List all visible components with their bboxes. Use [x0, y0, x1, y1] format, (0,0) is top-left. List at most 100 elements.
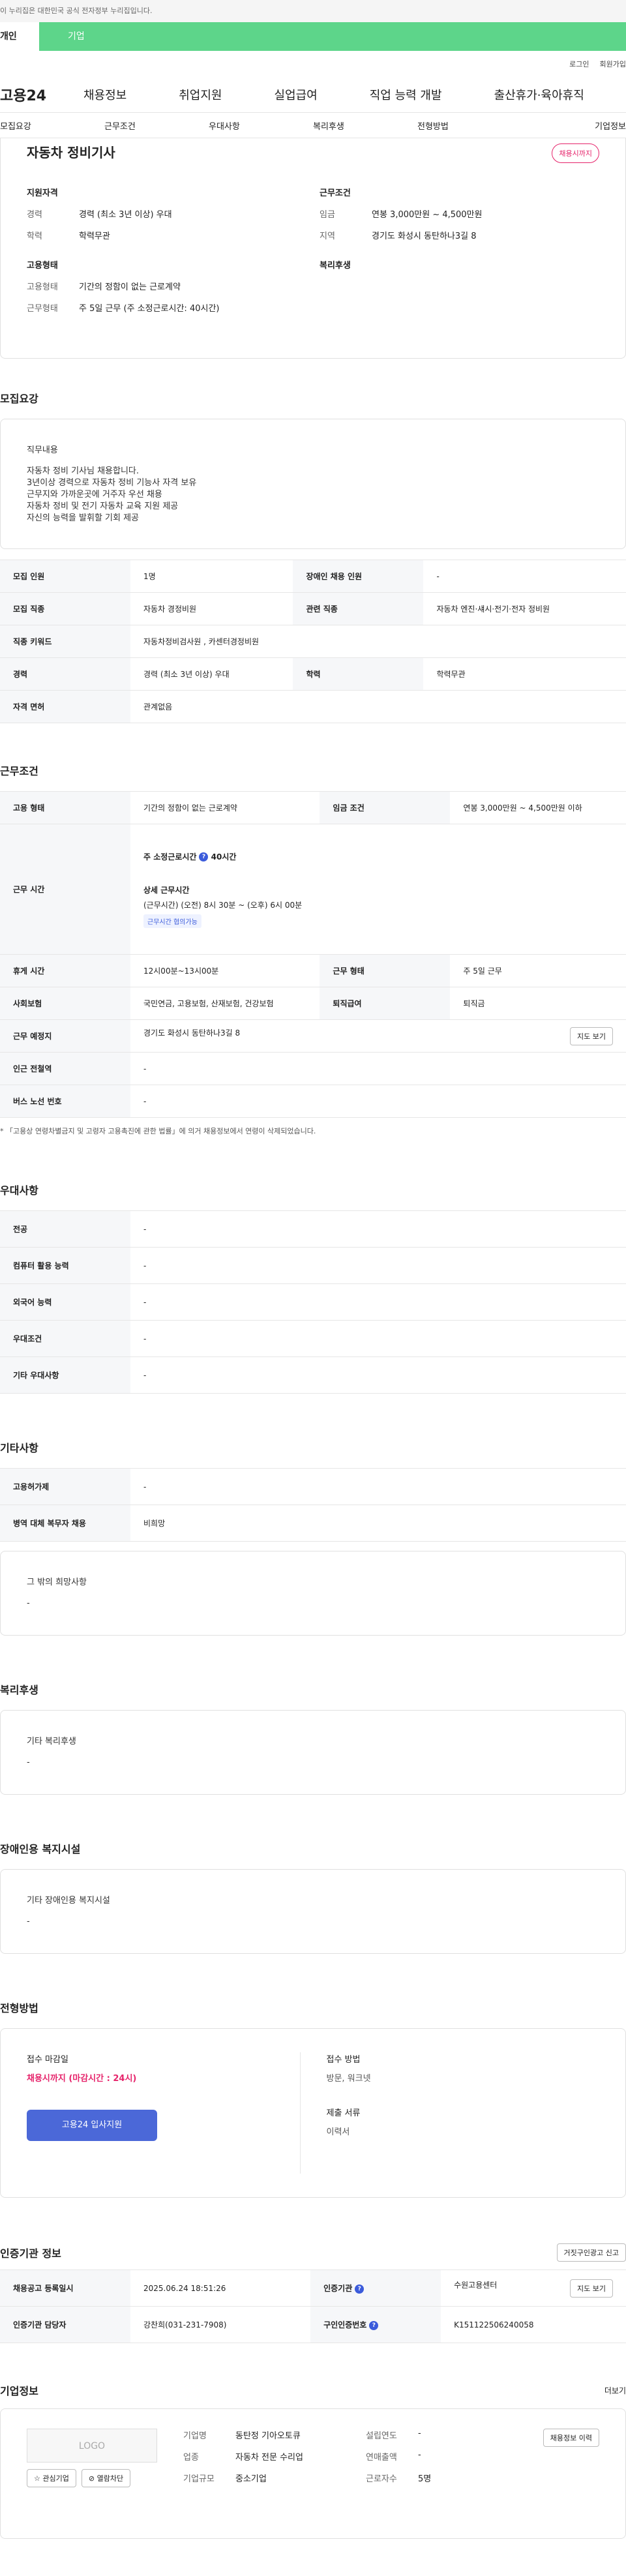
label: 기업규모: [183, 2474, 215, 2484]
cell: -: [130, 1320, 626, 1357]
method-value: 방문, 워크넷: [326, 2074, 371, 2084]
cell: 근무 시간: [0, 824, 130, 955]
gnb-item-benefit[interactable]: 실업급여: [275, 86, 318, 103]
gnb-item-jobs[interactable]: 채용정보: [83, 86, 127, 103]
help-icon[interactable]: ?: [199, 852, 209, 861]
cell: 국민연금, 고용보험, 산재보험, 건강보험: [130, 987, 320, 1020]
age-note: * 「고용상 연령차별금지 및 고령자 고용촉진에 관한 법률」에 의거 채용정…: [0, 1127, 316, 1135]
value: 자동차 전문 수리업: [235, 2453, 303, 2463]
duty-line: 자신의 능력을 발휘할 기회 제공: [27, 513, 140, 523]
cell: -: [423, 560, 626, 593]
value: 경기도 화성시 동탄하나3길 8: [372, 232, 477, 241]
subnav-work[interactable]: 근무조건: [104, 119, 209, 132]
label: 임금: [320, 210, 335, 220]
duty-title: 직무내용: [27, 445, 58, 455]
hours-week-label: 주 소정근로시간: [143, 852, 197, 861]
cell: 기타 우대사항: [0, 1356, 130, 1394]
subnav-company[interactable]: 기업정보: [522, 119, 626, 132]
welfare-sub: 기타 복리후생: [27, 1737, 76, 1746]
help-icon[interactable]: ?: [369, 2320, 379, 2330]
section-title-welfare: 복리후생: [0, 1684, 38, 1696]
qual-title: 지원자격: [27, 188, 58, 198]
company-logo: LOGO: [27, 2429, 157, 2463]
block-button[interactable]: ⊘ 열람차단: [81, 2469, 131, 2487]
cell: 주 5일 근무: [450, 954, 626, 987]
gnb-item-leave[interactable]: 출산휴가·육아휴직: [494, 86, 584, 103]
cell: 우대조건: [0, 1320, 130, 1357]
interest-button[interactable]: ☆ 관심기업: [27, 2469, 76, 2487]
tab-company[interactable]: 기업: [39, 22, 626, 51]
duty-line: 3년이상 경력으로 자동차 정비 기능사 자격 보유: [27, 478, 197, 488]
value: -: [418, 2429, 421, 2438]
cell: 인증기관 담당자: [0, 2306, 130, 2343]
cell: 강찬희(031-231-7908): [130, 2306, 311, 2343]
apply-button[interactable]: 고용24 입사지원: [27, 2110, 157, 2141]
section-title-disabled: 장애인용 복지시설: [0, 1843, 81, 1855]
label: 고용형태: [27, 282, 58, 292]
subnav-selection[interactable]: 전형방법: [417, 119, 522, 132]
block-icon: ⊘: [88, 2474, 95, 2483]
deadline-label: 접수 마감일: [27, 2055, 68, 2065]
pref-table: 전공 - 컴퓨터 활용 능력 - 외국어 능력 - 우대조건 - 기타 우대사항 -: [0, 1210, 626, 1394]
history-button[interactable]: 채용정보 이력: [543, 2429, 599, 2447]
section-title-etc: 기타사항: [0, 1442, 38, 1454]
section-title-pref: 우대사항: [0, 1184, 38, 1197]
cell: 학력무관: [423, 657, 626, 691]
cell: 직종 키워드: [0, 625, 130, 658]
cell: 관계없음: [130, 690, 626, 723]
cell: 2025.06.24 18:51:26: [130, 2269, 311, 2307]
site-logo[interactable]: 고용24: [0, 84, 70, 105]
cell: 임금 조건: [320, 791, 451, 824]
subnav-welfare[interactable]: 복리후생: [313, 119, 417, 132]
login-link[interactable]: 로그인: [569, 59, 589, 69]
cond-title: 근무조건: [320, 188, 351, 198]
value: 학력무관: [79, 232, 110, 241]
method-label: 접수 방법: [326, 2055, 361, 2065]
cell: -: [130, 1283, 626, 1321]
value: 동탄정 기아오토큐: [235, 2431, 301, 2441]
cert-table: 채용공고 등록일시 2025.06.24 18:51:26 인증기관? 수원고용센터 지…: [0, 2269, 626, 2343]
value: -: [418, 2450, 421, 2460]
other-title: 그 밖의 희망사항: [27, 1578, 87, 1587]
deadline-value: 채용시까지 (마감시간 : 24시): [27, 2074, 137, 2084]
label: 연매출액: [366, 2453, 397, 2463]
company-card: LOGO ☆ 관심기업 ⊘ 열람차단 기업명 동탄정 기아오토큐 업종 자동차 전문…: [0, 2408, 626, 2539]
label: 설립연도: [366, 2431, 397, 2441]
welfare-value: -: [27, 1758, 30, 1767]
cell: -: [130, 1210, 626, 1248]
label: 근로자수: [366, 2474, 397, 2484]
cell: 학력: [293, 657, 424, 691]
help-icon[interactable]: ?: [355, 2284, 365, 2294]
map-button[interactable]: 지도 보기: [570, 1026, 613, 1045]
cell: 구인인증번호: [323, 2320, 367, 2329]
job-title: 자동차 정비기사: [27, 145, 115, 160]
cell: 경력: [0, 657, 130, 691]
cell: 병역 대체 복무자 채용: [0, 1505, 130, 1542]
cell: -: [130, 1356, 626, 1394]
gnb-item-employment[interactable]: 취업지원: [179, 86, 222, 103]
cell: 비희망: [130, 1505, 626, 1542]
more-link[interactable]: 더보기: [604, 2385, 626, 2396]
cert-map-button[interactable]: 지도 보기: [570, 2279, 613, 2298]
gnb-item-training[interactable]: 직업 능력 개발: [370, 86, 442, 103]
disabled-sub: 기타 장애인용 복지시설: [27, 1896, 110, 1906]
subnav-recruit[interactable]: 모집요강: [0, 119, 104, 132]
label: 경력: [27, 210, 42, 220]
place-value: 경기도 화성시 동탄하나3길 8: [143, 1028, 241, 1038]
block-label: 열람차단: [97, 2474, 124, 2483]
section-title-recruit: 모집요강: [0, 393, 38, 405]
subnav-pref[interactable]: 우대사항: [209, 119, 313, 132]
signup-link[interactable]: 회원가입: [600, 59, 626, 69]
cell: 사회보험: [0, 987, 130, 1020]
cell: -: [130, 1052, 626, 1085]
label: 기업명: [183, 2431, 207, 2441]
welfare-card: 기타 복리후생 -: [0, 1710, 626, 1795]
cell: 컴퓨터 활용 능력: [0, 1247, 130, 1284]
cell: 자격 면허: [0, 690, 130, 723]
cell: 모집 인원: [0, 560, 130, 593]
tab-personal[interactable]: 개인: [0, 22, 39, 51]
label: 학력: [27, 232, 42, 241]
section-title-company: 기업정보: [0, 2385, 38, 2397]
report-button[interactable]: 거짓구인광고 신고: [556, 2243, 626, 2262]
disabled-value: -: [27, 1917, 30, 1926]
